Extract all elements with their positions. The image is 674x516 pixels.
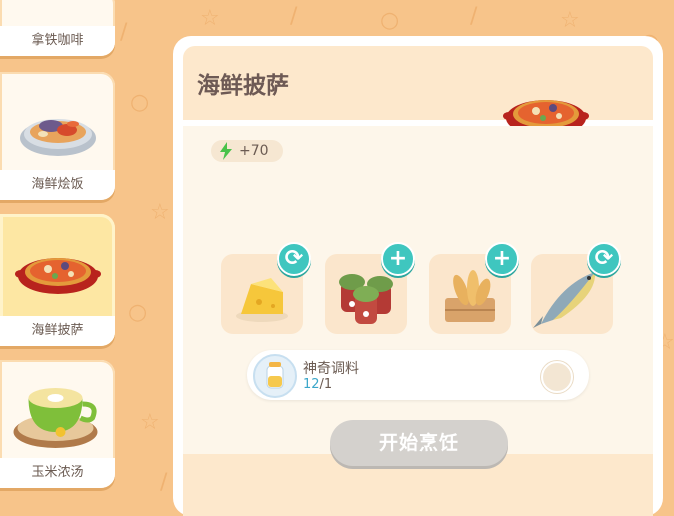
seasoning-name: 神奇调料 xyxy=(303,361,359,377)
magic-seasoning-jar-icon xyxy=(253,354,297,398)
seasoning-count: 12/1 xyxy=(303,377,332,392)
seasoning-need: /1 xyxy=(319,377,333,392)
sidebar-item-label: 海鲜烩饭 xyxy=(0,170,115,200)
recipe-panel: 海鲜披萨 +70 ⟳ + + ⟳ 神奇调料 12/1 开始烹饪 xyxy=(173,36,663,516)
add-ingredient-button[interactable]: + xyxy=(381,242,415,276)
seasoning-toggle[interactable] xyxy=(541,361,573,393)
energy-value: +70 xyxy=(239,143,269,159)
sidebar-item-seafood-pizza[interactable]: 海鲜披萨 xyxy=(0,214,115,346)
swap-ingredient-button[interactable]: ⟳ xyxy=(587,242,621,276)
corn-soup-icon xyxy=(13,388,97,448)
sidebar-item-latte[interactable]: 拿铁咖啡 xyxy=(0,0,115,56)
page-title: 海鲜披萨 xyxy=(197,73,289,99)
seafood-pizza-icon xyxy=(14,258,101,294)
sidebar-item-corn-soup[interactable]: 玉米浓汤 xyxy=(0,360,115,488)
seasoning-have: 12 xyxy=(303,377,320,392)
add-ingredient-button[interactable]: + xyxy=(485,242,519,276)
sidebar-item-label: 海鲜披萨 xyxy=(0,316,115,346)
lightning-icon xyxy=(220,142,232,160)
ingredient-slot-fish[interactable]: ⟳ xyxy=(531,242,621,334)
ingredient-slot-cheese[interactable]: ⟳ xyxy=(221,242,311,334)
sidebar-item-seafood-risotto[interactable]: 海鲜烩饭 xyxy=(0,72,115,200)
energy-badge: +70 xyxy=(211,140,283,162)
seafood-risotto-icon xyxy=(19,119,96,156)
sidebar-item-label: 拿铁咖啡 xyxy=(0,26,115,56)
ingredient-slot-mushroom-jar[interactable]: + xyxy=(325,242,415,334)
seasoning-row[interactable]: 神奇调料 12/1 xyxy=(247,350,589,400)
ingredient-slot-bread-basket[interactable]: + xyxy=(429,242,519,334)
start-cooking-button[interactable]: 开始烹饪 xyxy=(330,420,508,466)
sidebar-item-label: 玉米浓汤 xyxy=(0,458,115,488)
swap-ingredient-button[interactable]: ⟳ xyxy=(277,242,311,276)
